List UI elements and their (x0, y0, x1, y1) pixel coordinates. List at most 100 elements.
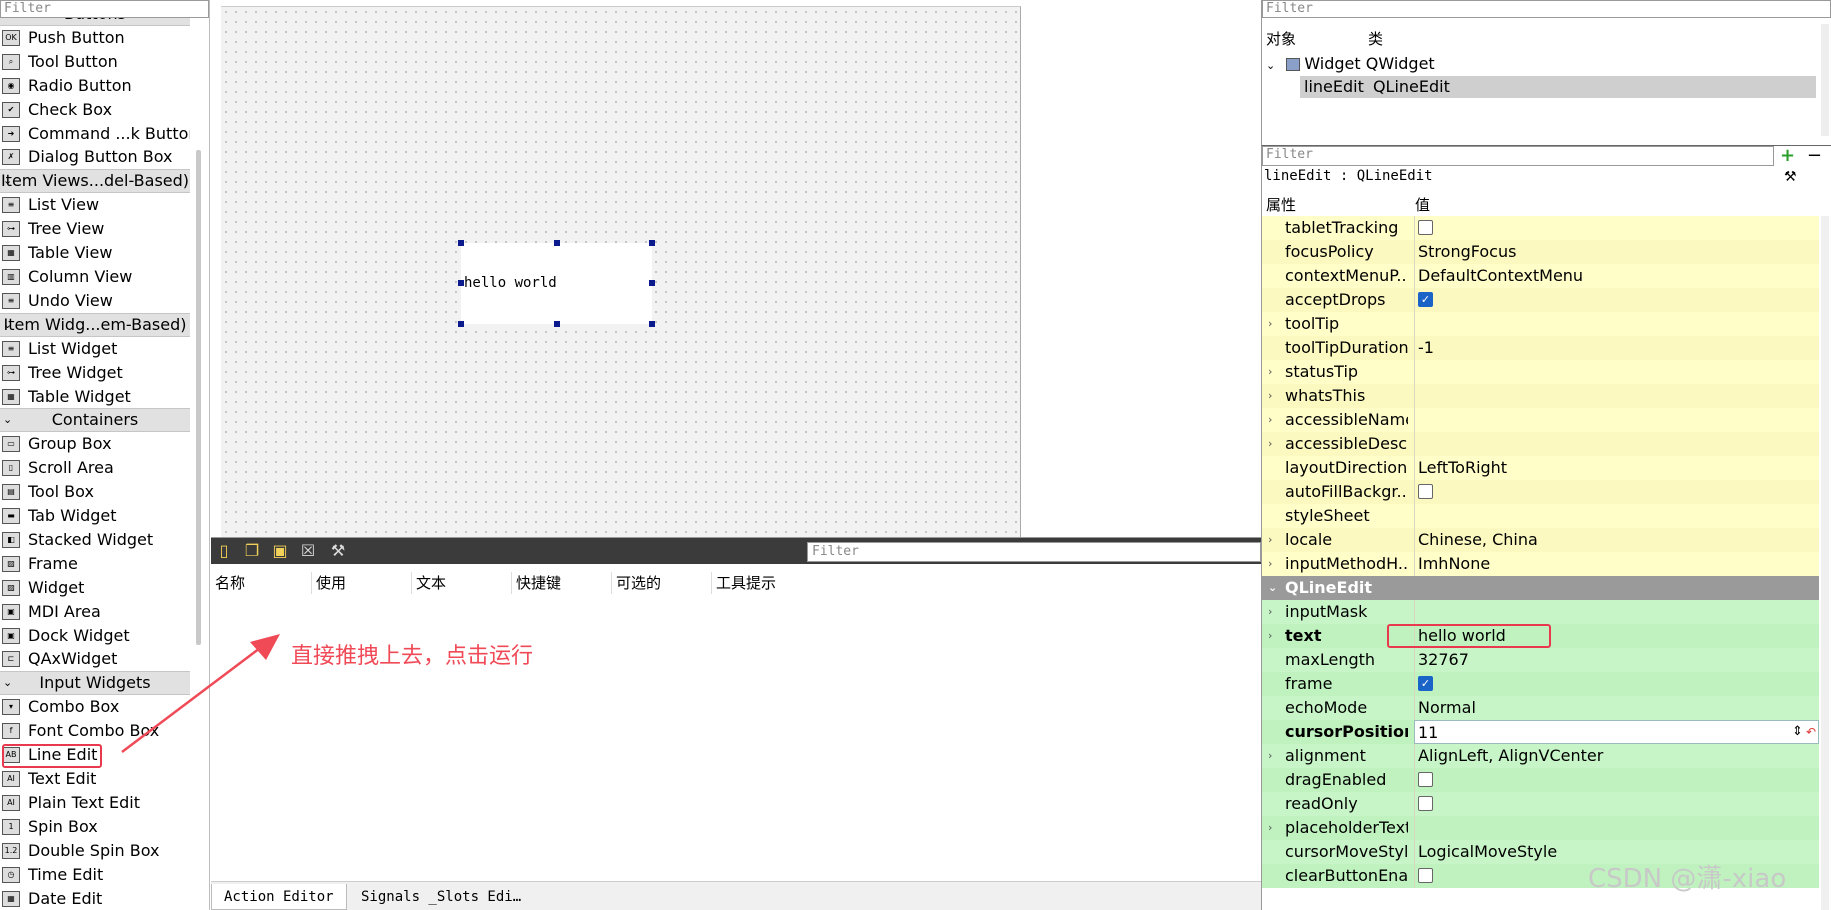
widget-item[interactable]: 1 Spin Box (0, 815, 190, 839)
widget-item[interactable]: ▦ Table Widget (0, 385, 190, 409)
property-row[interactable]: frame ✓ (1262, 672, 1819, 696)
chevron-down-icon[interactable]: ⌄ (3, 672, 12, 694)
property-value[interactable] (1414, 432, 1819, 456)
property-value[interactable]: DefaultContextMenu (1414, 264, 1819, 288)
widget-item[interactable]: ⊶ Tree View (0, 217, 190, 241)
property-checkbox[interactable] (1418, 868, 1433, 883)
column-header[interactable]: 对象 (1266, 28, 1296, 49)
object-filter-input[interactable]: Filter (1262, 0, 1831, 18)
chevron-down-icon[interactable]: ⌄ (1268, 576, 1277, 600)
chevron-down-icon[interactable]: ⌄ (3, 18, 12, 25)
chevron-right-icon[interactable]: › (1268, 360, 1272, 384)
property-value[interactable]: Chinese, China (1414, 528, 1819, 552)
category-header[interactable]: ⌄ Input Widgets (0, 671, 190, 696)
property-checkbox[interactable] (1418, 796, 1433, 811)
property-row[interactable]: › accessibleDesc... (1262, 432, 1819, 456)
property-value[interactable]: -1 (1414, 336, 1819, 360)
property-value[interactable]: Normal (1414, 696, 1819, 720)
resize-handle[interactable] (649, 240, 655, 246)
widget-item[interactable]: ▦ Table View (0, 241, 190, 265)
widget-item[interactable]: OK Push Button (0, 26, 190, 50)
tree-row-widget[interactable]: ⌄ Widget QWidget (1266, 53, 1818, 75)
chevron-right-icon[interactable]: › (1268, 528, 1272, 552)
property-checkbox[interactable] (1418, 772, 1433, 787)
property-checkbox[interactable] (1418, 484, 1433, 499)
resize-handle[interactable] (458, 321, 464, 327)
property-filter-input[interactable]: Filter (1262, 146, 1774, 166)
widget-item[interactable]: ⊏ QAxWidget (0, 647, 190, 671)
copy-action-icon[interactable]: ❐ (243, 542, 261, 560)
object-inspector-scrollbar[interactable] (1821, 24, 1829, 136)
widget-item[interactable]: ⌕ Tool Button (0, 50, 190, 74)
configure-icon[interactable]: ⚒ (1784, 169, 1797, 185)
property-value[interactable]: LeftToRight (1414, 456, 1819, 480)
property-editor-scrollbar[interactable] (1821, 216, 1829, 910)
chevron-down-icon[interactable]: ⌄ (1266, 59, 1275, 72)
property-value[interactable] (1414, 600, 1819, 624)
property-row[interactable]: dragEnabled (1262, 768, 1819, 792)
chevron-right-icon[interactable]: › (1268, 600, 1272, 624)
chevron-right-icon[interactable]: › (1268, 744, 1272, 768)
widget-item[interactable]: ▨ Widget (0, 576, 190, 600)
property-value[interactable]: StrongFocus (1414, 240, 1819, 264)
property-value[interactable] (1414, 408, 1819, 432)
widget-box-filter-input[interactable]: Filter (0, 0, 209, 18)
property-row[interactable]: toolTipDuration -1 (1262, 336, 1819, 360)
widget-item[interactable]: AI Text Edit (0, 767, 190, 791)
property-row[interactable]: › alignment AlignLeft, AlignVCenter (1262, 744, 1819, 768)
delete-action-icon[interactable]: ☒ (299, 542, 317, 560)
column-header[interactable]: 文本 (411, 572, 446, 594)
chevron-right-icon[interactable]: › (1268, 312, 1272, 336)
widget-item[interactable]: f Font Combo Box (0, 719, 190, 743)
property-row[interactable]: › whatsThis (1262, 384, 1819, 408)
tab-signals-slots-editor[interactable]: Signals _Slots Edi… (349, 884, 533, 910)
category-header[interactable]: ⌄ Containers (0, 408, 190, 433)
property-row[interactable]: contextMenuP... DefaultContextMenu (1262, 264, 1819, 288)
column-header[interactable]: 使用 (311, 572, 346, 594)
tree-row-lineedit[interactable]: lineEdit QLineEdit (1300, 76, 1816, 98)
property-row[interactable]: readOnly (1262, 792, 1819, 816)
chevron-right-icon[interactable]: › (1268, 552, 1272, 576)
chevron-right-icon[interactable]: › (1268, 624, 1272, 648)
widget-item[interactable]: ◉ Radio Button (0, 74, 190, 98)
property-group-header[interactable]: ⌄ QLineEdit (1262, 576, 1819, 600)
chevron-right-icon[interactable]: › (1268, 816, 1272, 840)
line-edit-widget[interactable]: hello world (461, 243, 652, 324)
widget-item[interactable]: ▤ Tool Box (0, 480, 190, 504)
widget-item[interactable]: ⊶ Tree Widget (0, 361, 190, 385)
widget-item[interactable]: ◷ Time Edit (0, 863, 190, 887)
property-row[interactable]: cursorPosition 11 ⇕ ↶ (1262, 720, 1819, 744)
property-value[interactable]: 11 (1414, 720, 1819, 744)
configure-icon[interactable]: ⚒ (329, 542, 347, 560)
widget-item[interactable]: ▭ Group Box (0, 432, 190, 456)
widget-item[interactable]: ▬ Tab Widget (0, 504, 190, 528)
category-header[interactable]: ⌄ Buttons (0, 18, 190, 26)
widget-item[interactable]: ≡ Undo View (0, 289, 190, 313)
property-row[interactable]: echoMode Normal (1262, 696, 1819, 720)
widget-item[interactable]: ≡ List Widget (0, 337, 190, 361)
column-header[interactable]: 快捷键 (511, 572, 561, 594)
property-row[interactable]: autoFillBackgr... (1262, 480, 1819, 504)
resize-handle[interactable] (554, 321, 560, 327)
form-canvas[interactable]: hello world (221, 6, 1021, 537)
remove-dynamic-property-icon[interactable]: − (1807, 146, 1822, 166)
widget-item[interactable]: ≡ List View (0, 193, 190, 217)
property-checkbox[interactable] (1418, 220, 1433, 235)
property-value[interactable] (1414, 384, 1819, 408)
spin-arrows-icon[interactable]: ⇕ (1792, 720, 1803, 744)
property-row[interactable]: › accessibleName (1262, 408, 1819, 432)
property-row[interactable]: › placeholderText (1262, 816, 1819, 840)
widget-item[interactable]: ▨ Frame (0, 552, 190, 576)
column-header[interactable]: 类 (1368, 28, 1383, 49)
resize-handle[interactable] (554, 240, 560, 246)
property-row[interactable]: maxLength 32767 (1262, 648, 1819, 672)
column-header[interactable]: 工具提示 (711, 572, 776, 594)
widget-item[interactable]: ▾ Combo Box (0, 695, 190, 719)
chevron-right-icon[interactable]: › (1268, 384, 1272, 408)
property-value[interactable]: 32767 (1414, 648, 1819, 672)
action-filter-input[interactable]: Filter (807, 542, 1261, 562)
column-header[interactable]: 可选的 (611, 572, 661, 594)
widget-item[interactable]: 1.2 Double Spin Box (0, 839, 190, 863)
widget-item[interactable]: ✔ Check Box (0, 98, 190, 122)
property-checkbox[interactable]: ✓ (1418, 292, 1433, 307)
